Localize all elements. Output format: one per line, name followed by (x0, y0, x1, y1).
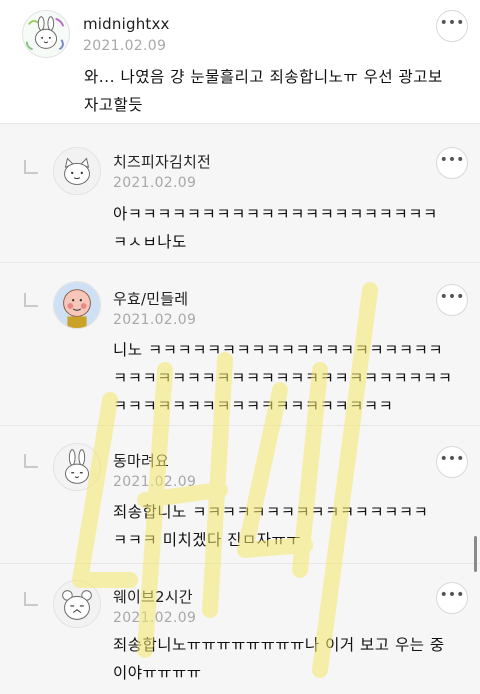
comment-1: midnightxx 2021.02.09 ••• 와... 나였음 걍 눈물흘… (0, 0, 480, 123)
comment-author[interactable]: 우효/민들레 (113, 288, 188, 309)
user-avatar[interactable] (53, 580, 101, 628)
bunny-avatar-icon (54, 444, 100, 490)
more-options-icon: ••• (439, 289, 465, 305)
comment-text: 죄송합니노 ㅋㅋㅋㅋㅋㅋㅋㅋㅋㅋㅋㅋㅋㅋㅋㅋ ㅋㅋㅋ 미치겠다 진ㅁ자ㅠㅜ (113, 503, 429, 549)
scrollbar-thumb[interactable] (474, 536, 477, 572)
user-avatar[interactable] (22, 10, 70, 58)
more-options-icon: ••• (439, 451, 465, 467)
cat-avatar-icon (54, 148, 100, 194)
comment-date: 2021.02.09 (113, 474, 197, 490)
user-avatar[interactable] (53, 443, 101, 491)
more-options-icon: ••• (439, 15, 465, 31)
more-options-icon: ••• (439, 152, 465, 168)
comment-text: 와... 나였음 걍 눈물흘리고 죄송합니노ㅠ 우선 광고보 자고할듯 (84, 68, 443, 114)
comment-text: 죄송합니노ㅠㅠㅠㅠㅠㅠㅠㅠ나 이거 보고 우는 중 이야ㅠㅠㅠㅠ (113, 636, 445, 682)
bunny-avatar-icon (23, 11, 69, 57)
comment-author[interactable]: 웨이브2시간 (113, 586, 193, 607)
more-options-button[interactable]: ••• (436, 582, 468, 614)
comment-author[interactable]: midnightxx (83, 15, 170, 33)
comment-date: 2021.02.09 (83, 38, 167, 54)
comment-5: 웨이브2시간 2021.02.09 ••• 죄송합니노ㅠㅠㅠㅠㅠㅠㅠㅠ나 이거 … (0, 564, 480, 694)
reply-indicator-icon (24, 293, 38, 307)
more-options-button[interactable]: ••• (436, 10, 468, 42)
comment-text: 니노 ㅋㅋㅋㅋㅋㅋㅋㅋㅋㅋㅋㅋㅋㅋㅋㅋㅋㅋㅋㅋ ㅋㅋㅋㅋㅋㅋㅋㅋㅋㅋㅋㅋㅋㅋㅋㅋ… (113, 341, 453, 415)
user-avatar[interactable] (53, 281, 101, 329)
comment-author[interactable]: 동마려요 (113, 450, 169, 471)
user-avatar[interactable] (53, 147, 101, 195)
bear-avatar-icon (54, 581, 100, 627)
comment-author[interactable]: 치즈피자김치전 (113, 151, 211, 172)
more-options-button[interactable]: ••• (436, 147, 468, 179)
reply-indicator-icon (24, 454, 38, 468)
comment-date: 2021.02.09 (113, 610, 197, 626)
comment-date: 2021.02.09 (113, 312, 197, 328)
comment-text: 아ㅋㅋㅋㅋㅋㅋㅋㅋㅋㅋㅋㅋㅋㅋㅋㅋㅋㅋㅋㅋㅋ ㅋㅅㅂ나도 (113, 205, 438, 251)
character-avatar-icon (54, 282, 100, 328)
more-options-button[interactable]: ••• (436, 446, 468, 478)
comment-2: 치즈피자김치전 2021.02.09 ••• 아ㅋㅋㅋㅋㅋㅋㅋㅋㅋㅋㅋㅋㅋㅋㅋㅋ… (0, 124, 480, 262)
reply-indicator-icon (24, 160, 38, 174)
more-options-button[interactable]: ••• (436, 284, 468, 316)
more-options-icon: ••• (439, 587, 465, 603)
comment-3: 우효/민들레 2021.02.09 ••• 니노 ㅋㅋㅋㅋㅋㅋㅋㅋㅋㅋㅋㅋㅋㅋㅋ… (0, 263, 480, 425)
reply-indicator-icon (24, 592, 38, 606)
comment-4: 동마려요 2021.02.09 ••• 죄송합니노 ㅋㅋㅋㅋㅋㅋㅋㅋㅋㅋㅋㅋㅋㅋ… (0, 426, 480, 563)
comment-date: 2021.02.09 (113, 175, 197, 191)
